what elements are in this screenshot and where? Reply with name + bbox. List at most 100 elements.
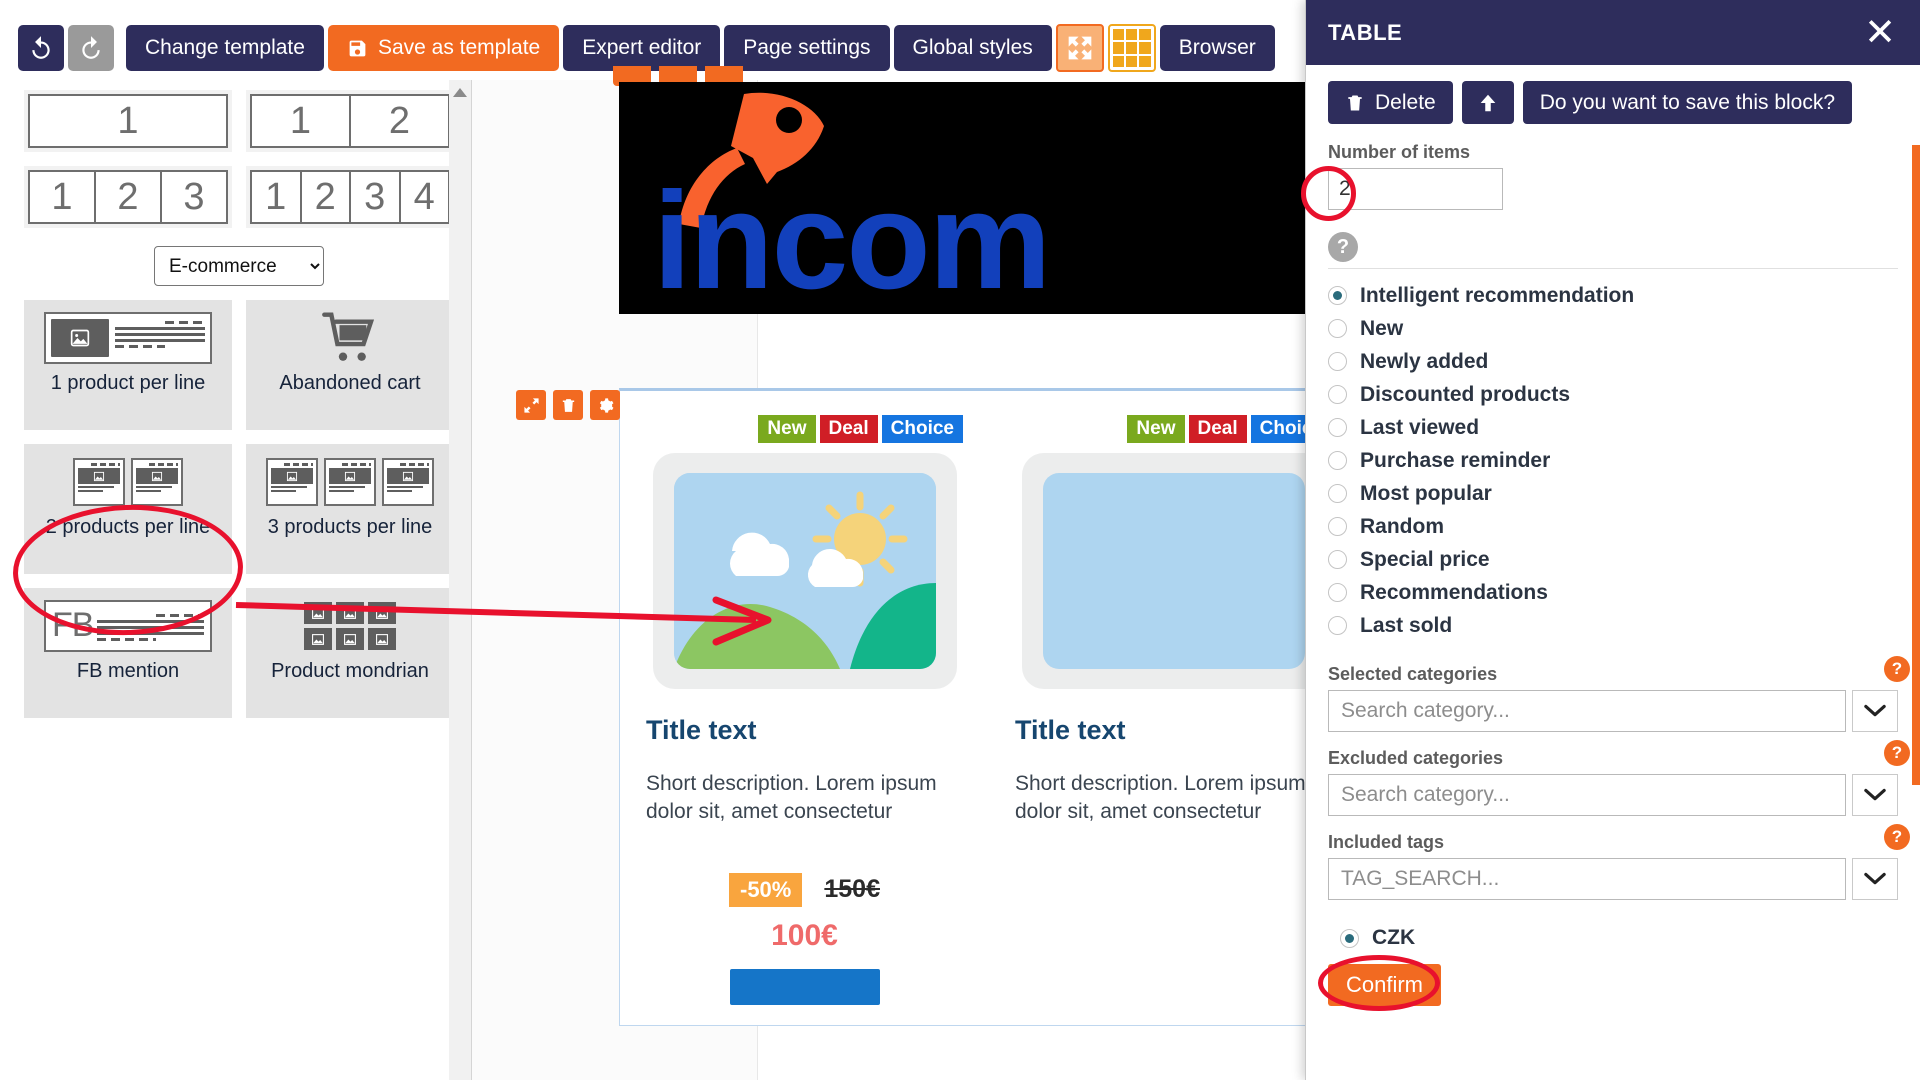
delete-block-button[interactable] [553,390,583,420]
layout-option-3[interactable]: 1 2 3 [24,166,232,228]
radio-icon [1328,286,1347,305]
redo-button[interactable] [68,25,114,71]
badge-new: New [758,415,816,443]
layout-option-4[interactable]: 1 2 3 4 [246,166,454,228]
radio-random[interactable]: Random [1328,510,1898,543]
panel-actions: Delete Do you want to save this block? [1328,81,1898,124]
page-settings-button[interactable]: Page settings [724,25,890,71]
included-tags-dropdown-button[interactable] [1852,858,1898,900]
excluded-categories-input[interactable] [1328,774,1846,816]
template-card-abandoned-cart[interactable]: Abandoned cart [246,300,454,430]
confirm-button[interactable]: Confirm [1328,964,1442,1006]
close-panel-button[interactable]: ✕ [1862,14,1898,52]
product-card[interactable]: New Deal Choice Title text Short descrip… [620,391,989,1025]
selection-mode-radio-group: Intelligent recommendation New Newly add… [1328,279,1898,642]
excluded-categories-help-icon[interactable]: ? [1884,740,1910,766]
gear-icon [599,397,613,413]
question-circle-icon[interactable]: ? [1328,232,1358,262]
radio-last-viewed[interactable]: Last viewed [1328,411,1898,444]
table-settings-panel: TABLE ✕ Delete Do you want to save this … [1305,0,1920,1080]
logo-block[interactable]: incom [619,82,1359,314]
block-settings-button[interactable] [590,390,620,420]
image-icon [51,319,109,357]
radio-label: Random [1360,514,1444,538]
product-card-second[interactable]: New Deal Choice Title text Short descrip… [989,391,1358,1025]
template-card-2-products-per-line[interactable]: 2 products per line [24,444,232,574]
layout-cell-label: 2 [96,172,162,222]
radio-new[interactable]: New [1328,312,1898,345]
radio-intelligent-recommendation[interactable]: Intelligent recommendation [1328,279,1898,312]
layout-option-2[interactable]: 1 2 [246,90,454,152]
expand-view-button[interactable] [1055,24,1104,72]
radio-recommendations[interactable]: Recommendations [1328,576,1898,609]
move-block-button[interactable] [516,390,546,420]
excluded-categories-group: Excluded categories ? [1328,740,1910,816]
layout-picker: 1 1 2 1 2 3 1 2 3 4 [24,90,454,228]
number-of-items-group: Number of items [1328,142,1898,210]
badge-new: New [1127,415,1185,443]
layout-option-1[interactable]: 1 [24,90,232,152]
arrow-up-icon [1480,94,1496,111]
browser-button[interactable]: Browser [1159,25,1275,71]
radio-icon [1328,385,1347,404]
template-card-label: Abandoned cart [279,372,421,394]
product-cta-button[interactable] [729,968,880,1005]
panel-scrollbar[interactable] [1912,145,1920,1035]
radio-label: Last viewed [1360,415,1480,439]
delete-label: Delete [1375,90,1436,114]
template-card-3-products-per-line[interactable]: 3 products per line [246,444,454,574]
radio-czk[interactable]: CZK [1340,926,1415,950]
radio-discounted-products[interactable]: Discounted products [1328,378,1898,411]
save-as-template-button[interactable]: Save as template [327,25,560,71]
radio-special-price[interactable]: Special price [1328,543,1898,576]
template-card-grid: 1 product per line Abandoned cart 2 prod… [24,300,454,718]
grid-icon [1112,29,1151,67]
included-tags-group: Included tags ? [1328,824,1910,900]
move-block-up-button[interactable] [1461,81,1514,124]
redo-arrow-icon [82,36,100,59]
excluded-categories-label: Excluded categories [1328,748,1504,768]
product-title: Title text [646,715,757,745]
change-template-button[interactable]: Change template [126,25,324,71]
layout-cell-label: 1 [252,172,302,222]
selected-categories-dropdown-button[interactable] [1852,690,1898,732]
layout-cell-label: 1 [252,96,351,146]
expert-editor-button[interactable]: Expert editor [563,25,721,71]
landscape-placeholder-image [673,473,936,669]
radio-label: Intelligent recommendation [1360,283,1635,307]
global-styles-button[interactable]: Global styles [893,25,1052,71]
template-card-product-mondrian[interactable]: Product mondrian [246,588,454,718]
product-description: Short description. Lorem ipsum dolor sit… [1015,772,1306,824]
selected-categories-group: Selected categories ? [1328,656,1910,732]
template-card-fb-mention[interactable]: FB FB mention [24,588,232,718]
products-block[interactable]: New Deal Choice Title text Short descrip… [619,388,1359,1026]
radio-label: Special price [1360,547,1490,571]
currency-label: CZK [1372,926,1416,949]
scroll-up-arrow-icon[interactable] [453,88,467,97]
included-tags-help-icon[interactable]: ? [1884,824,1910,850]
move-arrows-icon [523,397,539,413]
radio-icon [1340,928,1359,948]
radio-most-popular[interactable]: Most popular [1328,477,1898,510]
radio-newly-added[interactable]: Newly added [1328,345,1898,378]
excluded-categories-dropdown-button[interactable] [1852,774,1898,816]
radio-label: Most popular [1360,481,1492,505]
template-category-select[interactable]: E-commerce [154,246,324,286]
grid-view-button[interactable] [1107,24,1156,72]
undo-button[interactable] [18,25,64,71]
template-card-label: 1 product per line [50,372,206,394]
app-root: Change template Save as template Expert … [0,0,1920,1080]
save-block-button[interactable]: Do you want to save this block? [1522,81,1853,124]
two-products-thumb [73,452,183,512]
included-tags-input[interactable] [1328,858,1846,900]
template-card-1-product-per-line[interactable]: 1 product per line [24,300,232,430]
number-of-items-input[interactable] [1328,168,1503,210]
number-of-items-label: Number of items [1328,142,1471,162]
selected-categories-input[interactable] [1328,690,1846,732]
radio-purchase-reminder[interactable]: Purchase reminder [1328,444,1898,477]
selected-categories-help-icon[interactable]: ? [1884,656,1910,682]
delete-block-button[interactable]: Delete [1328,81,1453,124]
radio-last-sold[interactable]: Last sold [1328,609,1898,642]
sidebar-scrollbar[interactable] [449,80,471,1080]
layout-cell-label: 3 [351,172,401,222]
